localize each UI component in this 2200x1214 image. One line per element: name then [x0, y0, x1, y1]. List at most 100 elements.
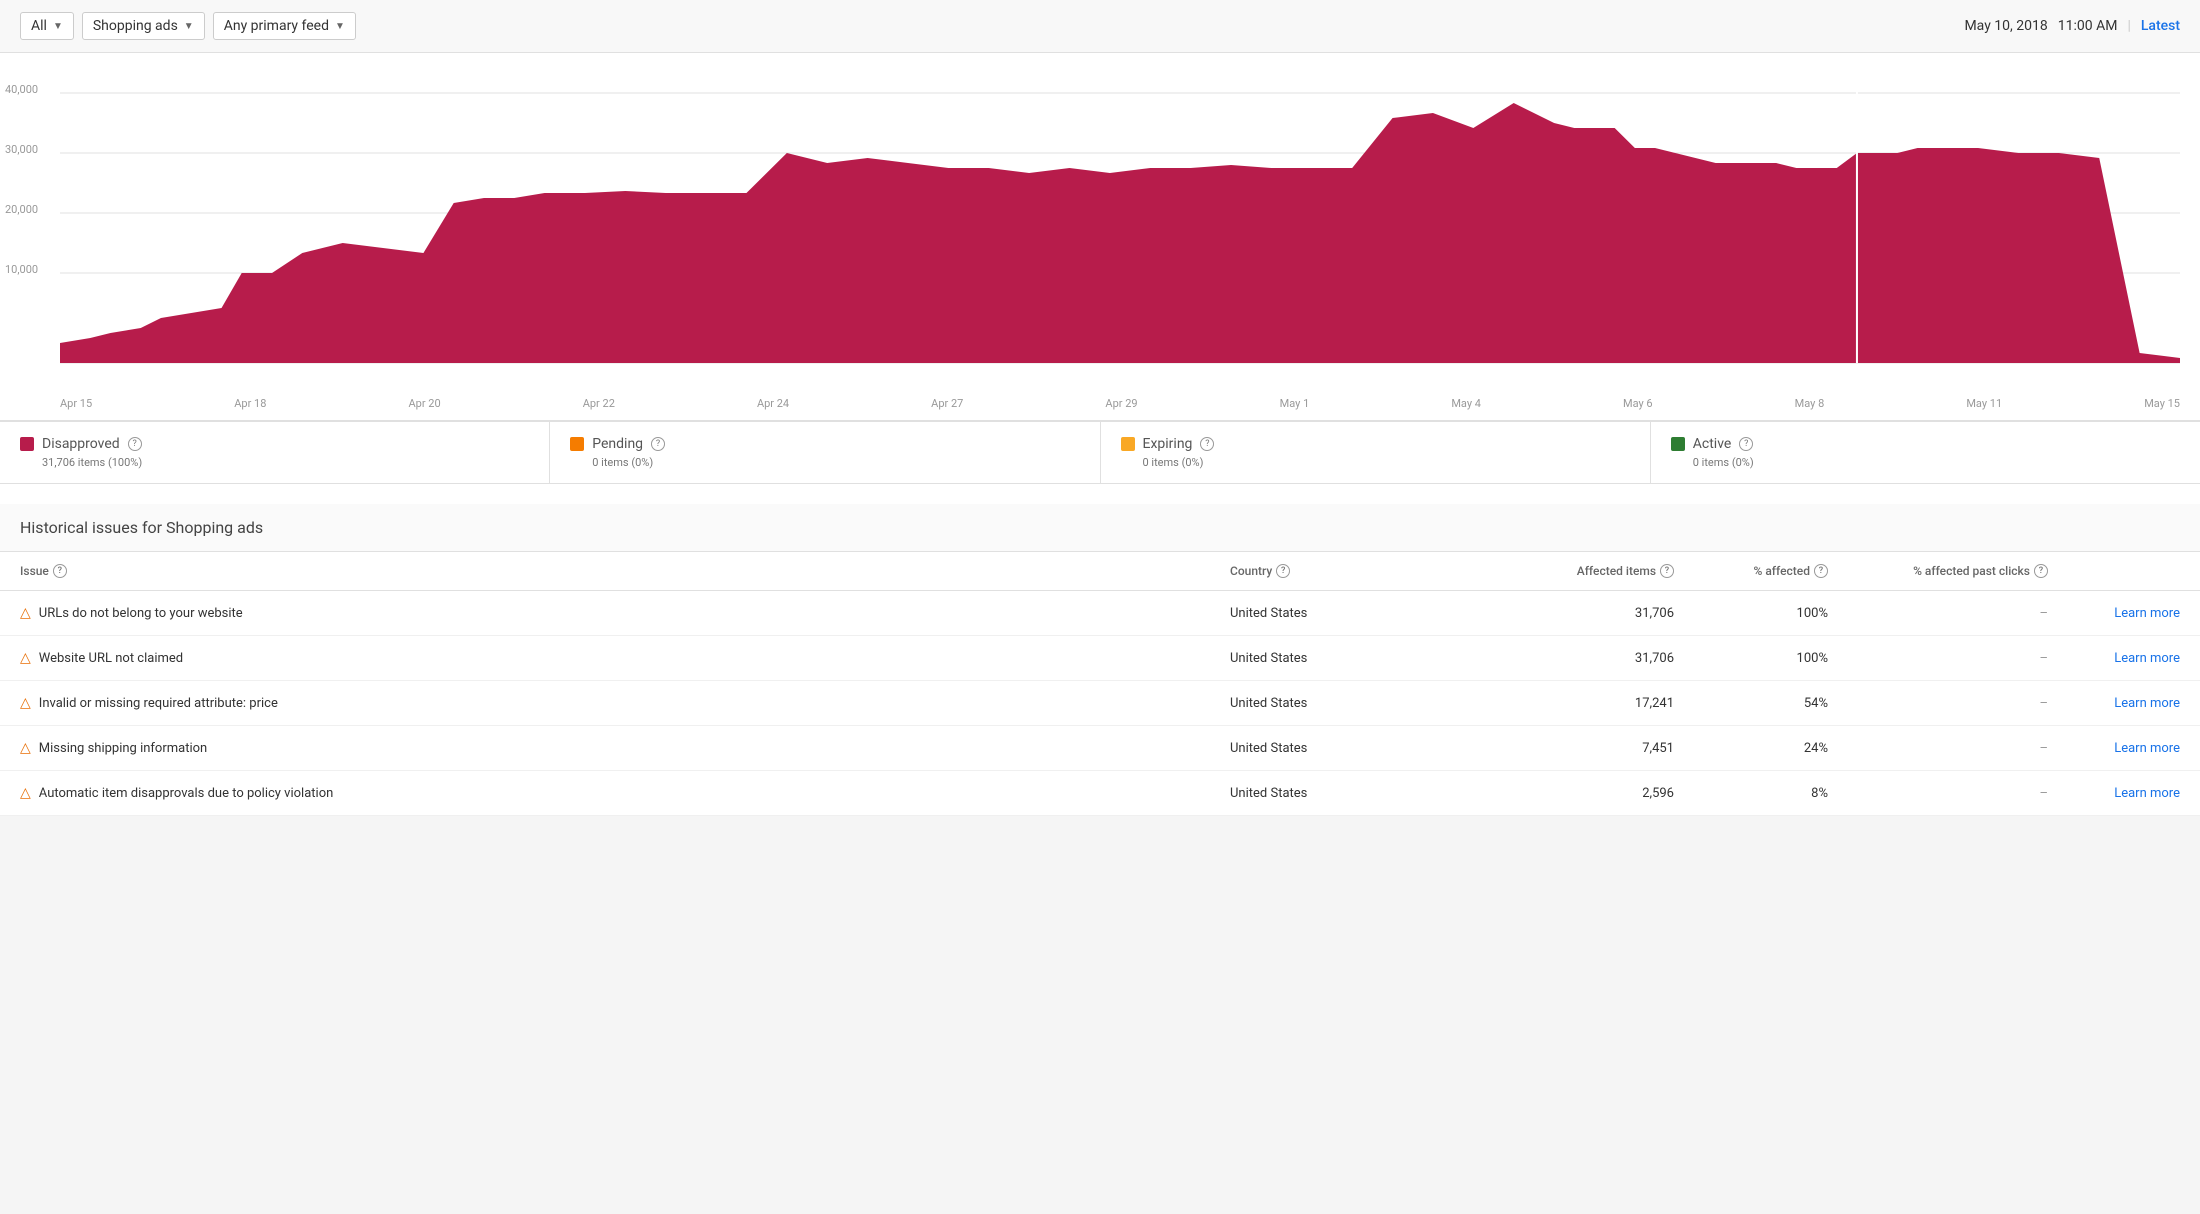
- th-action: [2068, 552, 2200, 591]
- feed-dropdown[interactable]: Any primary feed ▼: [213, 12, 356, 40]
- pending-help-icon[interactable]: ?: [651, 437, 665, 451]
- affected-cell-1: 31,706: [1496, 636, 1694, 681]
- pct-clicks-cell-1: –: [1848, 636, 2068, 681]
- issues-title: Historical issues for Shopping ads: [0, 504, 2200, 552]
- feed-caret: ▼: [335, 21, 345, 32]
- x-axis-labels: Apr 15 Apr 18 Apr 20 Apr 22 Apr 24 Apr 2…: [60, 393, 2180, 410]
- active-help-icon[interactable]: ?: [1739, 437, 1753, 451]
- active-label: Active: [1693, 436, 1732, 452]
- disapproved-label: Disapproved: [42, 436, 120, 452]
- table-row: △ Invalid or missing required attribute:…: [0, 681, 2200, 726]
- warn-icon-1: △: [20, 650, 31, 666]
- chart-area: 40,000 30,000 20,000 10,000: [60, 73, 2180, 393]
- x-label-may15: May 15: [2144, 397, 2180, 410]
- x-label-apr18: Apr 18: [234, 397, 266, 410]
- time-label: 11:00 AM: [2058, 18, 2118, 34]
- table-row: △ URLs do not belong to your website Uni…: [0, 591, 2200, 636]
- x-label-apr22: Apr 22: [583, 397, 615, 410]
- pct-clicks-cell-0: –: [1848, 591, 2068, 636]
- all-label: All: [31, 18, 47, 34]
- pending-color: [570, 437, 584, 451]
- th-pct-affected: % affected ?: [1694, 552, 1848, 591]
- all-caret: ▼: [53, 21, 63, 32]
- warn-icon-0: △: [20, 605, 31, 621]
- warn-icon-2: △: [20, 695, 31, 711]
- country-cell-1: United States: [1210, 636, 1496, 681]
- pct-cell-1: 100%: [1694, 636, 1848, 681]
- country-col-help-icon[interactable]: ?: [1276, 564, 1290, 578]
- filter-bar: All ▼ Shopping ads ▼ Any primary feed ▼ …: [0, 0, 2200, 53]
- x-label-apr24: Apr 24: [757, 397, 789, 410]
- x-label-may4: May 4: [1451, 397, 1481, 410]
- ad-type-dropdown[interactable]: Shopping ads ▼: [82, 12, 205, 40]
- disapproved-help-icon[interactable]: ?: [128, 437, 142, 451]
- issue-cell-0: △ URLs do not belong to your website: [0, 591, 1210, 636]
- issue-text-3: Missing shipping information: [39, 741, 207, 756]
- all-dropdown[interactable]: All ▼: [20, 12, 74, 40]
- issues-tbody: △ URLs do not belong to your website Uni…: [0, 591, 2200, 816]
- x-label-may6: May 6: [1623, 397, 1653, 410]
- learn-more-link-1[interactable]: Learn more: [2114, 651, 2180, 666]
- pct-cell-4: 8%: [1694, 771, 1848, 816]
- pct-clicks-cell-3: –: [1848, 726, 2068, 771]
- legend-active-header: Active ?: [1671, 436, 2180, 452]
- ad-type-caret: ▼: [184, 21, 194, 32]
- th-affected-items: Affected items ?: [1496, 552, 1694, 591]
- learn-more-cell-0: Learn more: [2068, 591, 2200, 636]
- pct-cell-3: 24%: [1694, 726, 1848, 771]
- affected-cell-0: 31,706: [1496, 591, 1694, 636]
- pending-label: Pending: [592, 436, 643, 452]
- th-issue: Issue ?: [0, 552, 1210, 591]
- warn-icon-4: △: [20, 785, 31, 801]
- issue-text-2: Invalid or missing required attribute: p…: [39, 696, 278, 711]
- active-info: 0 items (0%): [1693, 456, 2180, 469]
- country-cell-2: United States: [1210, 681, 1496, 726]
- legend-expiring: Expiring ? 0 items (0%): [1101, 422, 1651, 483]
- issues-table-head: Issue ? Country ? Affected items ?: [0, 552, 2200, 591]
- separator: |: [2127, 18, 2130, 34]
- affected-col-help-icon[interactable]: ?: [1660, 564, 1674, 578]
- issue-cell-4: △ Automatic item disapprovals due to pol…: [0, 771, 1210, 816]
- issue-cell-1: △ Website URL not claimed: [0, 636, 1210, 681]
- learn-more-link-2[interactable]: Learn more: [2114, 696, 2180, 711]
- pct-clicks-col-help-icon[interactable]: ?: [2034, 564, 2048, 578]
- th-pct-clicks: % affected past clicks ?: [1848, 552, 2068, 591]
- pct-cell-0: 100%: [1694, 591, 1848, 636]
- pct-cell-2: 54%: [1694, 681, 1848, 726]
- disapproved-color: [20, 437, 34, 451]
- issues-table-header-row: Issue ? Country ? Affected items ?: [0, 552, 2200, 591]
- country-cell-3: United States: [1210, 726, 1496, 771]
- legend-disapproved-header: Disapproved ?: [20, 436, 529, 452]
- legend-expiring-header: Expiring ?: [1121, 436, 1630, 452]
- chart-svg: [60, 73, 2180, 393]
- expiring-help-icon[interactable]: ?: [1200, 437, 1214, 451]
- active-color: [1671, 437, 1685, 451]
- feed-label: Any primary feed: [224, 18, 329, 34]
- x-label-may1: May 1: [1280, 397, 1310, 410]
- x-label-apr27: Apr 27: [931, 397, 963, 410]
- y-label-20000: 20,000: [5, 203, 38, 216]
- country-cell-4: United States: [1210, 771, 1496, 816]
- table-row: △ Automatic item disapprovals due to pol…: [0, 771, 2200, 816]
- learn-more-link-0[interactable]: Learn more: [2114, 606, 2180, 621]
- expiring-color: [1121, 437, 1135, 451]
- issue-col-help-icon[interactable]: ?: [53, 564, 67, 578]
- pct-col-help-icon[interactable]: ?: [1814, 564, 1828, 578]
- issue-text-4: Automatic item disapprovals due to polic…: [39, 786, 334, 801]
- legend-disapproved: Disapproved ? 31,706 items (100%): [0, 422, 550, 483]
- learn-more-link-4[interactable]: Learn more: [2114, 786, 2180, 801]
- chart-container: 40,000 30,000 20,000 10,000 Apr 15 Apr 1…: [0, 53, 2200, 421]
- legend-active: Active ? 0 items (0%): [1651, 422, 2200, 483]
- learn-more-cell-4: Learn more: [2068, 771, 2200, 816]
- legend-pending: Pending ? 0 items (0%): [550, 422, 1100, 483]
- pending-info: 0 items (0%): [592, 456, 1079, 469]
- pct-clicks-cell-2: –: [1848, 681, 2068, 726]
- table-row: △ Missing shipping information United St…: [0, 726, 2200, 771]
- expiring-info: 0 items (0%): [1143, 456, 1630, 469]
- issues-table: Issue ? Country ? Affected items ?: [0, 552, 2200, 816]
- learn-more-link-3[interactable]: Learn more: [2114, 741, 2180, 756]
- pct-clicks-cell-4: –: [1848, 771, 2068, 816]
- x-label-apr20: Apr 20: [408, 397, 440, 410]
- learn-more-cell-3: Learn more: [2068, 726, 2200, 771]
- latest-link[interactable]: Latest: [2141, 18, 2180, 34]
